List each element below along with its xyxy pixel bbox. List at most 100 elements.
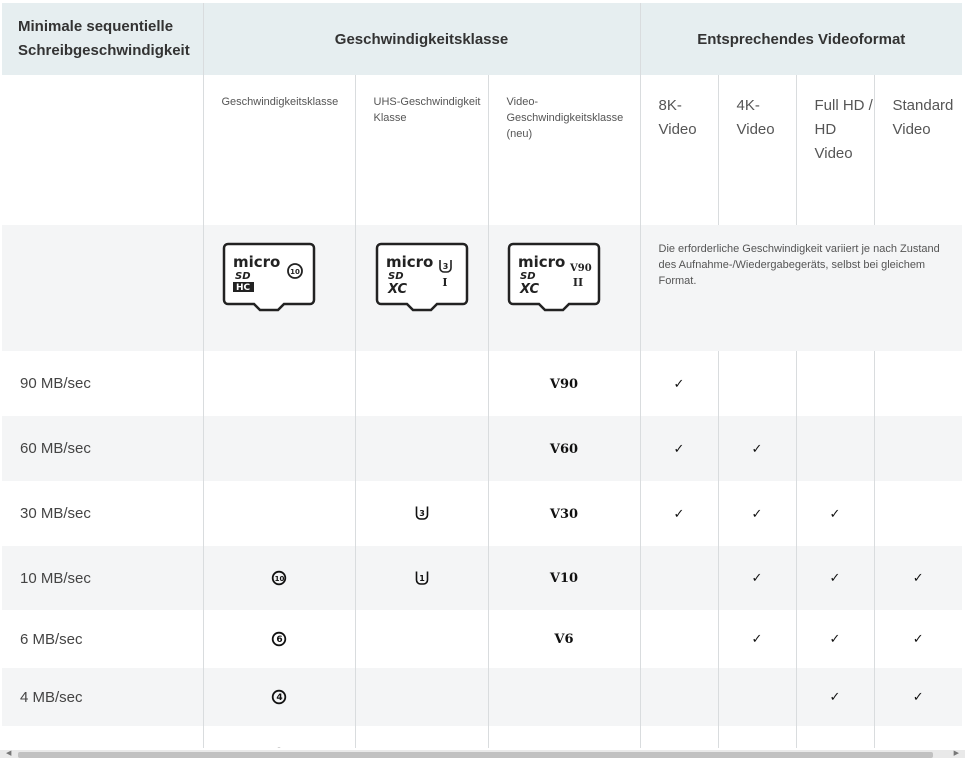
video-card-cell: micro SD XC V90 II <box>488 225 641 351</box>
uhs-symbol-cell <box>355 668 489 726</box>
check-8k-cell <box>640 610 719 668</box>
video-class-subheader: Video-Geschwindigkeitsklasse (neu) <box>488 75 641 225</box>
check-8k-cell: ✓ <box>640 481 719 546</box>
check-icon: ✓ <box>751 440 763 456</box>
speed-class-table: Minimale sequentielle Schreibgeschwindig… <box>2 3 962 351</box>
check-4k-cell: ✓ <box>718 546 797 610</box>
check-fhd-cell: ✓ <box>796 481 875 546</box>
check-4k-cell <box>718 726 797 748</box>
svg-text:I: I <box>442 276 447 289</box>
class-symbol-cell: 10 <box>203 546 356 610</box>
format-standard: Standard Video <box>892 97 954 138</box>
speed-class-header: Geschwindigkeitsklasse <box>203 3 641 75</box>
check-4k-cell <box>718 668 797 726</box>
svg-text:micro: micro <box>518 253 565 271</box>
check-4k-cell <box>718 351 797 416</box>
uhs-symbol-cell: 1 <box>355 546 489 610</box>
speed-cell: 60 MB/sec <box>2 416 204 481</box>
format-fhd: Full HD / HD Video <box>796 75 875 225</box>
speed-cell: 30 MB/sec <box>2 481 204 546</box>
scroll-left-icon[interactable]: ◀ <box>6 750 11 758</box>
table-row: 60 MB/sec V60 ✓ ✓ <box>2 416 962 481</box>
check-fhd-cell: ✓ <box>796 610 875 668</box>
empty-cell <box>2 225 204 351</box>
table-row: 10 MB/sec 10 1 V10 ✓ ✓ ✓ <box>2 546 962 610</box>
check-icon: ✓ <box>912 570 924 585</box>
check-8k-cell <box>640 668 719 726</box>
svg-text:1: 1 <box>419 574 425 583</box>
class-symbol-cell: 6 <box>203 610 356 668</box>
video-class-cell: V60 <box>488 416 641 481</box>
uhs-symbol-cell: 3 <box>355 481 489 546</box>
video-class-cell: V6 <box>488 610 641 668</box>
speed-class-icon: 6 <box>271 631 287 646</box>
svg-text:HC: HC <box>236 283 251 293</box>
check-icon: ✓ <box>829 505 841 521</box>
video-format-header: Entsprechendes Videoformat <box>697 30 906 48</box>
video-class-cell: V90 <box>488 351 641 416</box>
video-class-cell <box>488 726 641 748</box>
check-icon: ✓ <box>673 505 685 521</box>
video-speed-class-icon: V6 <box>554 632 574 647</box>
uhs-symbol-cell <box>355 416 489 481</box>
check-fhd-cell: ✓ <box>796 546 875 610</box>
check-4k-cell: ✓ <box>718 481 797 546</box>
class-symbol-cell: 4 <box>203 668 356 726</box>
class-symbol-cell: 2 <box>203 726 356 748</box>
check-4k-cell: ✓ <box>718 416 797 481</box>
check-4k-cell: ✓ <box>718 610 797 668</box>
class-symbol-cell <box>203 416 356 481</box>
class-symbol-cell <box>203 351 356 416</box>
svg-text:micro: micro <box>233 253 280 271</box>
speed-cell: 10 MB/sec <box>2 546 204 610</box>
speed-note: Die erforderliche Geschwindigkeit variie… <box>640 225 962 351</box>
table-row: 4 MB/sec 4 ✓ ✓ <box>2 668 962 726</box>
video-class-cell: V10 <box>488 546 641 610</box>
uhs-symbol-cell <box>355 351 489 416</box>
check-8k-cell <box>640 726 719 748</box>
svg-text:XC: XC <box>519 282 540 297</box>
table-row: 30 MB/sec 3 V30 ✓ ✓ ✓ <box>2 481 962 546</box>
check-fhd-cell <box>796 726 875 748</box>
speed-class-icon: 4 <box>271 689 287 704</box>
check-8k-cell: ✓ <box>640 416 719 481</box>
check-icon: ✓ <box>829 631 841 646</box>
svg-text:SD: SD <box>235 271 251 282</box>
video-speed-class-icon: V10 <box>549 571 579 586</box>
video-speed-class-icon: V60 <box>549 441 579 457</box>
uhs-subheader: UHS-Geschwindigkeit Klasse <box>355 75 489 225</box>
check-icon: ✓ <box>751 631 763 646</box>
check-fhd-cell: ✓ <box>796 668 875 726</box>
check-standard-cell: ✓ <box>874 546 962 610</box>
uhs-symbol-cell <box>355 610 489 668</box>
svg-text:micro: micro <box>386 253 433 271</box>
svg-text:10: 10 <box>290 268 300 276</box>
svg-text:3: 3 <box>419 509 425 518</box>
uhs-symbol-cell <box>355 726 489 748</box>
check-standard-cell: ✓ <box>874 726 962 748</box>
speed-cell: 4 MB/sec <box>2 668 204 726</box>
svg-text:10: 10 <box>275 575 285 583</box>
uhs-class-icon: 3 <box>415 506 428 521</box>
class-subheader: Geschwindigkeitsklasse <box>203 75 356 225</box>
check-icon: ✓ <box>912 631 924 646</box>
card-icon-row: micro SD HC 10 micro SD XC 3 I micro SD … <box>2 225 962 351</box>
table-row: 6 MB/sec 6 V6 ✓ ✓ ✓ <box>2 610 962 668</box>
check-8k-cell <box>640 546 719 610</box>
class-symbol-cell <box>203 481 356 546</box>
check-icon: ✓ <box>912 689 924 704</box>
scroll-right-icon[interactable]: ▶ <box>954 750 959 758</box>
check-icon: ✓ <box>673 440 685 456</box>
video-speed-class-icon: V90 <box>549 376 579 392</box>
check-8k-cell: ✓ <box>640 351 719 416</box>
format-4k: 4K-Video <box>718 75 797 225</box>
header-row: Minimale sequentielle Schreibgeschwindig… <box>2 3 962 75</box>
check-icon: ✓ <box>829 570 841 585</box>
horizontal-scrollbar[interactable]: ◀ ▶ <box>0 750 965 758</box>
scrollbar-thumb[interactable] <box>18 752 933 758</box>
check-standard-cell: ✓ <box>874 668 962 726</box>
video-speed-class-icon: V30 <box>549 506 579 522</box>
subheader-row: Geschwindigkeitsklasse UHS-Geschwindigke… <box>2 75 962 225</box>
check-icon: ✓ <box>913 747 924 748</box>
svg-text:6: 6 <box>276 635 282 645</box>
